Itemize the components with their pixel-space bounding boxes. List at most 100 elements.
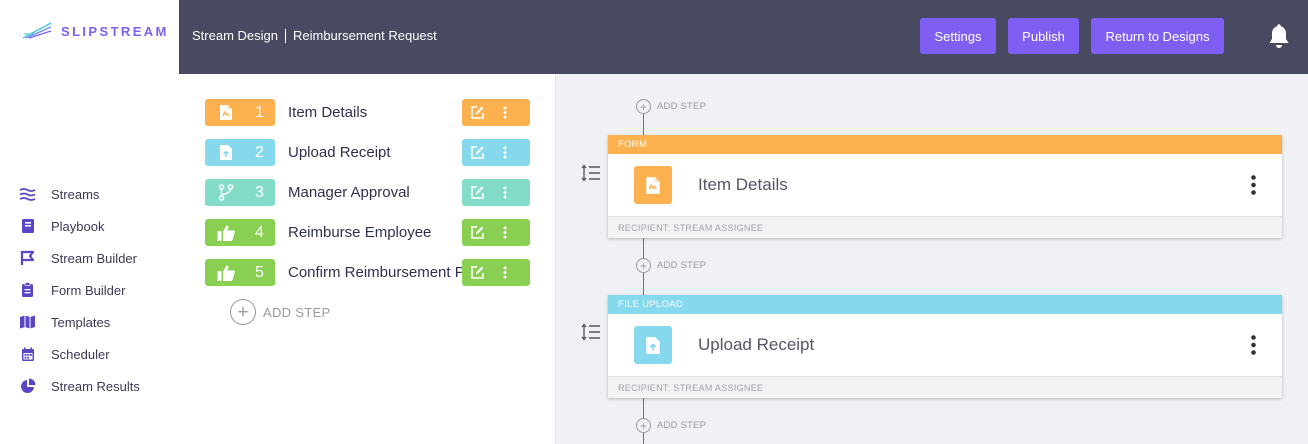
plus-circle-icon: + [636, 99, 651, 114]
step-number: 4 [255, 223, 264, 241]
streams-icon [19, 186, 36, 203]
thumbs-up-icon [211, 264, 241, 282]
add-step-label: ADD STEP [263, 304, 331, 320]
sidebar-item-label: Scheduler [51, 346, 110, 362]
breadcrumb-section[interactable]: Stream Design [192, 28, 278, 43]
add-step-button[interactable]: + ADD STEP [636, 258, 706, 273]
publish-button[interactable]: Publish [1008, 18, 1079, 54]
edit-icon[interactable] [463, 99, 491, 126]
plus-circle-icon: + [636, 418, 651, 433]
branch-icon [211, 184, 241, 201]
step-actions [462, 179, 530, 206]
top-header: Stream Design Reimbursement Request Sett… [179, 0, 1308, 74]
card-recipient: RECIPIENT: STREAM ASSIGNEE [608, 377, 1282, 398]
logo-text: SLIPSTREAM [61, 23, 169, 39]
step-number: 1 [255, 103, 264, 121]
form-doc-icon [634, 166, 672, 204]
sidebar-item-streams[interactable]: Streams [0, 178, 179, 210]
slipstream-logo-icon [22, 22, 52, 39]
step-number: 3 [255, 183, 264, 201]
step-name: Reimburse Employee [288, 224, 432, 241]
breadcrumb-separator [284, 28, 286, 43]
sidebar-item-templates[interactable]: Templates [0, 306, 179, 338]
add-step-label: ADD STEP [657, 420, 707, 431]
more-options-icon[interactable] [1246, 334, 1260, 356]
step-badge[interactable]: 4 [205, 219, 275, 246]
step-badge[interactable]: 1 [205, 99, 275, 126]
calendar-icon [19, 346, 36, 363]
more-options-icon[interactable] [491, 139, 519, 166]
sidebar-item-scheduler[interactable]: Scheduler [0, 338, 179, 370]
sidebar-item-playbook[interactable]: Playbook [0, 210, 179, 242]
form-doc-icon [211, 104, 241, 121]
sidebar-item-label: Stream Builder [51, 250, 137, 266]
sidebar-item-label: Form Builder [51, 282, 126, 298]
breadcrumb: Stream Design Reimbursement Request [192, 28, 437, 43]
sidebar-item-label: Playbook [51, 218, 105, 234]
clipboard-icon [19, 282, 36, 299]
card-title: Item Details [698, 175, 788, 194]
card-body: Upload Receipt [608, 314, 1282, 377]
edit-icon[interactable] [463, 219, 491, 246]
step-badge[interactable]: 5 [205, 259, 275, 286]
book-icon [19, 218, 36, 235]
more-options-icon[interactable] [491, 219, 519, 246]
step-badge[interactable]: 2 [205, 139, 275, 166]
return-to-designs-button[interactable]: Return to Designs [1091, 18, 1224, 54]
logo[interactable]: SLIPSTREAM [22, 22, 169, 40]
sidebar-item-form-builder[interactable]: Form Builder [0, 274, 179, 306]
step-row[interactable]: 3 Manager Approval [205, 179, 530, 206]
add-step-button[interactable]: + ADD STEP [636, 418, 706, 433]
edit-icon[interactable] [463, 259, 491, 286]
sidebar-item-label: Streams [51, 186, 100, 202]
card-recipient: RECIPIENT: STREAM ASSIGNEE [608, 217, 1282, 238]
more-options-icon[interactable] [491, 179, 519, 206]
add-step-label: ADD STEP [657, 260, 707, 271]
step-row[interactable]: 5 Confirm Reimbursement Payment [205, 259, 530, 286]
step-actions [462, 99, 530, 126]
step-card[interactable]: FORM Item Details RECIPIENT: STREAM ASSI… [608, 135, 1282, 238]
edit-icon[interactable] [463, 179, 491, 206]
reorder-icon[interactable] [581, 323, 601, 341]
flag-icon [19, 250, 36, 267]
file-upload-icon [211, 144, 241, 161]
add-step-button[interactable]: + ADD STEP [230, 299, 330, 325]
more-options-icon[interactable] [1246, 174, 1260, 196]
step-actions [462, 219, 530, 246]
card-body: Item Details [608, 154, 1282, 217]
bell-icon[interactable] [1267, 24, 1291, 50]
settings-button[interactable]: Settings [920, 18, 996, 54]
step-row[interactable]: 4 Reimburse Employee [205, 219, 530, 246]
add-step-button[interactable]: + ADD STEP [636, 99, 706, 114]
more-options-icon[interactable] [491, 99, 519, 126]
step-row[interactable]: 1 Item Details [205, 99, 530, 126]
step-actions [462, 139, 530, 166]
step-name: Upload Receipt [288, 144, 391, 161]
plus-circle-icon: + [636, 258, 651, 273]
step-name: Confirm Reimbursement Payment [288, 264, 466, 281]
step-card[interactable]: FILE UPLOAD Upload Receipt RECIPIENT: ST… [608, 295, 1282, 398]
sidebar: SLIPSTREAM Streams Playbook Stream Build… [0, 0, 179, 444]
map-icon [19, 314, 36, 331]
more-options-icon[interactable] [491, 259, 519, 286]
sidebar-item-label: Templates [51, 314, 111, 330]
file-upload-icon [634, 326, 672, 364]
step-list-panel: 1 Item Details 2 Upload Receipt 3 Manage… [179, 74, 556, 444]
step-row[interactable]: 2 Upload Receipt [205, 139, 530, 166]
step-actions [462, 259, 530, 286]
step-badge[interactable]: 3 [205, 179, 275, 206]
plus-circle-icon: + [230, 299, 256, 325]
step-name: Item Details [288, 104, 368, 121]
sidebar-item-stream-builder[interactable]: Stream Builder [0, 242, 179, 274]
thumbs-up-icon [211, 224, 241, 242]
breadcrumb-current: Reimbursement Request [292, 28, 437, 43]
edit-icon[interactable] [463, 139, 491, 166]
card-type-label: FILE UPLOAD [608, 295, 1282, 314]
reorder-icon[interactable] [581, 164, 601, 182]
step-number: 5 [255, 263, 264, 281]
card-title: Upload Receipt [698, 335, 815, 354]
step-name: Manager Approval [288, 184, 410, 201]
design-canvas: + ADD STEP FORM Item Details RECIPIENT: … [557, 74, 1308, 444]
sidebar-item-stream-results[interactable]: Stream Results [0, 370, 179, 402]
sidebar-nav: Streams Playbook Stream Builder Form Bui… [0, 178, 179, 402]
